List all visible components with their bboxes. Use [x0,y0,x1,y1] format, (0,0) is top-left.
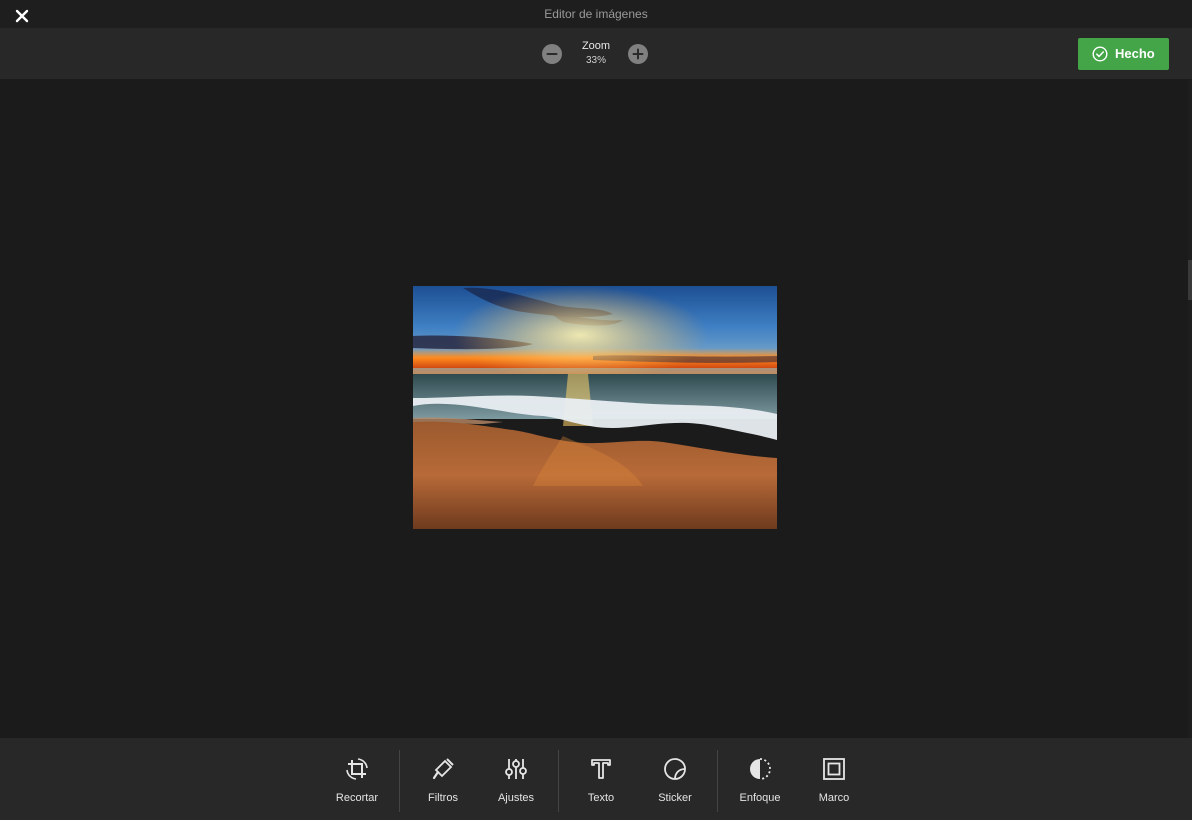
frame-icon [823,758,845,780]
plus-icon [632,48,644,60]
focus-icon [750,758,771,780]
done-button[interactable]: Hecho [1078,38,1169,70]
tool-marco[interactable]: Marco [808,738,860,820]
zoom-out-button[interactable] [542,44,562,64]
zoom-value: 33% [585,55,606,66]
tool-recortar[interactable]: Recortar [331,738,383,820]
sticker-icon [664,758,686,780]
toolbar-divider [399,750,400,812]
tool-label: Recortar [335,792,379,804]
tool-label: Sticker [658,792,692,804]
zoom-bar: Zoom 33% Hecho [0,28,1192,79]
text-icon [591,759,611,779]
tool-label: Filtros [428,792,458,804]
tool-label: Ajustes [497,792,535,804]
tool-filtros[interactable]: Filtros [417,738,469,820]
tool-ajustes[interactable]: Ajustes [490,738,542,820]
check-circle-icon [1092,46,1108,62]
sunset-beach-image [413,286,777,529]
tool-label: Enfoque [739,792,781,804]
title-bar: Editor de imágenes [0,0,1192,28]
sliders-icon [505,759,527,779]
vertical-scrollbar[interactable] [1188,80,1192,738]
brush-icon [432,758,454,780]
crop-icon [346,758,368,780]
tool-enfoque[interactable]: Enfoque [734,738,786,820]
edited-image[interactable] [413,286,777,529]
zoom-label: Zoom [581,40,611,52]
toolbar-divider [717,750,718,812]
scroll-thumb[interactable] [1188,260,1192,300]
minus-icon [546,53,558,55]
tool-bar: Recortar Filtros Ajustes Texto Sticker E… [0,738,1192,820]
tool-sticker[interactable]: Sticker [649,738,701,820]
toolbar-divider [558,750,559,812]
zoom-in-button[interactable] [628,44,648,64]
done-label: Hecho [1115,46,1155,61]
tool-label: Texto [587,792,615,804]
tool-label: Marco [818,792,850,804]
tool-texto[interactable]: Texto [575,738,627,820]
zoom-control: Zoom 33% [541,40,651,70]
window-title: Editor de imágenes [544,7,648,21]
